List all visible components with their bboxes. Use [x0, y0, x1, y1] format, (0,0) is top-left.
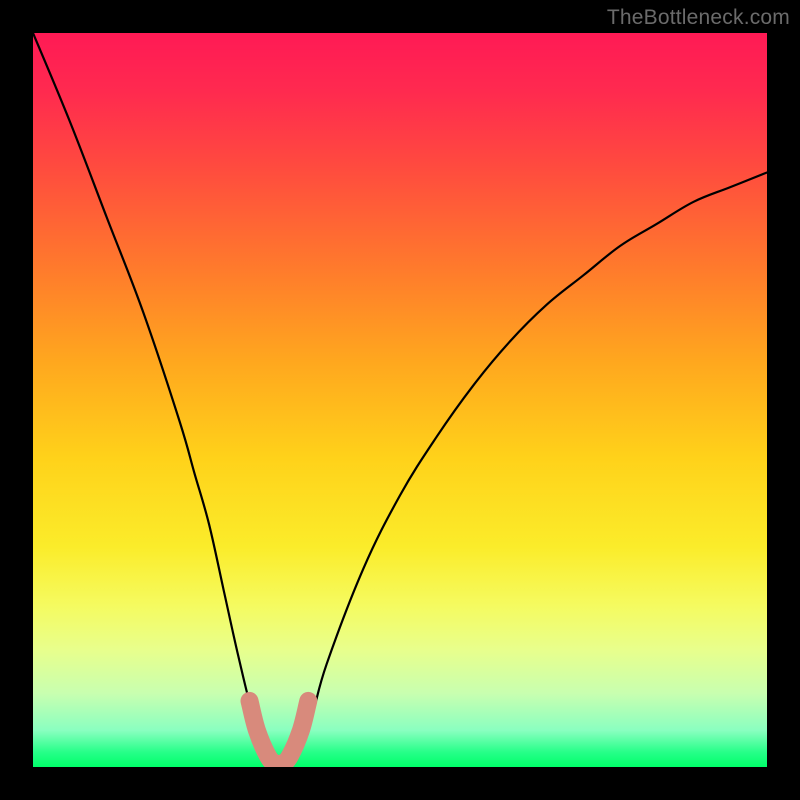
watermark-text: TheBottleneck.com — [607, 6, 790, 30]
chart-frame: TheBottleneck.com — [0, 0, 800, 800]
marker-band — [250, 701, 309, 764]
bottleneck-curve — [33, 33, 767, 767]
plot-area — [33, 33, 767, 767]
chart-svg — [33, 33, 767, 767]
